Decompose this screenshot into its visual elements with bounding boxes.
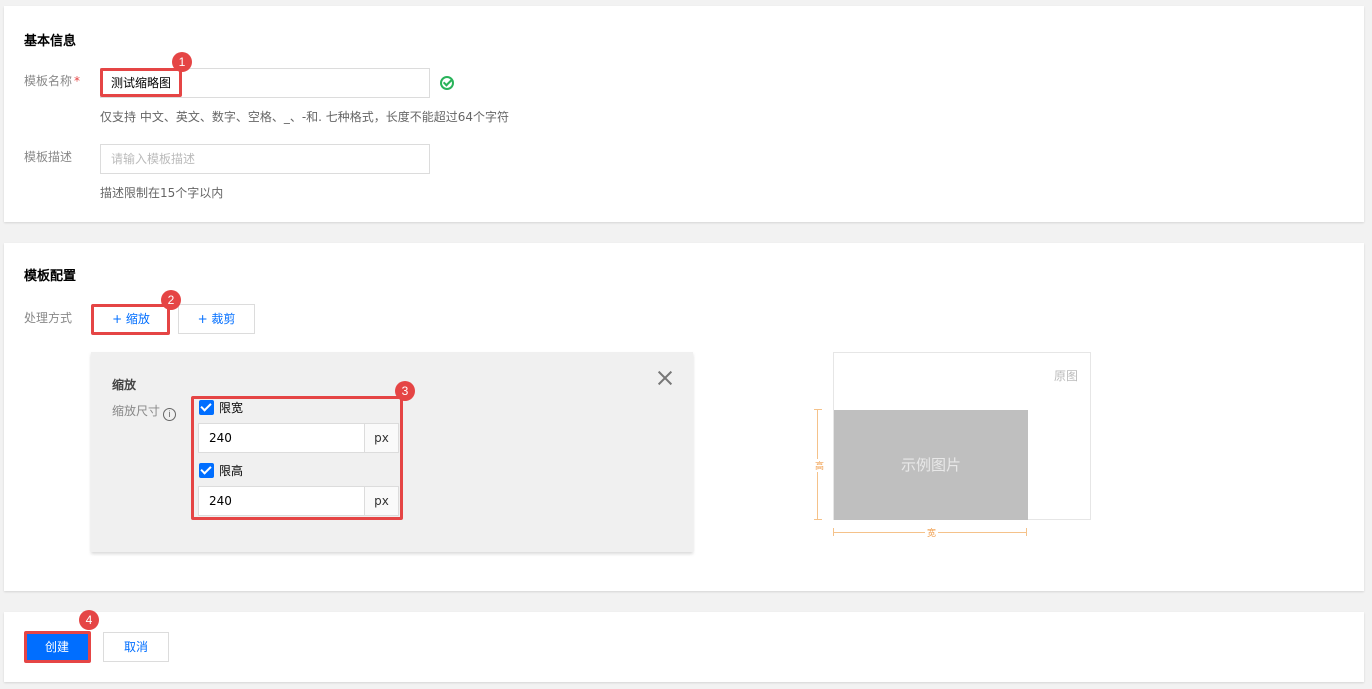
template-name-label: 模板名称 * [24, 72, 80, 89]
step-marker-1: 1 [172, 52, 192, 72]
template-desc-hint: 描述限制在15个字以内 [100, 186, 224, 200]
valid-check-icon [440, 76, 454, 90]
template-config-card: 模板配置 处理方式 + 缩放 + 裁剪 2 缩放 缩放尺寸 i 限宽 240 px… [4, 243, 1364, 591]
create-button[interactable]: 创建 [25, 632, 89, 662]
checkbox-checked-icon[interactable] [199, 400, 214, 415]
height-unit: px [364, 487, 398, 515]
step-marker-4: 4 [79, 610, 99, 630]
scale-config-panel: 缩放 缩放尺寸 i 限宽 240 px 限高 240 px 3 [91, 352, 693, 552]
process-method-label: 处理方式 [24, 311, 73, 325]
width-unit: px [364, 424, 398, 452]
template-desc-label: 模板描述 [24, 150, 73, 164]
width-dimension-label: 宽 [925, 526, 939, 539]
template-name-label-text: 模板名称 [24, 74, 73, 88]
step-marker-2: 2 [161, 290, 181, 310]
basic-info-title: 基本信息 [24, 34, 77, 49]
limit-height-label: 限高 [219, 464, 244, 478]
scale-panel-title: 缩放 [112, 378, 137, 392]
limit-width-checkbox[interactable]: 限宽 [199, 400, 243, 416]
limit-width-label: 限宽 [219, 401, 244, 415]
preview-example-image: 示例图片 [834, 410, 1028, 520]
height-input[interactable]: 240 [209, 487, 232, 515]
crop-button[interactable]: + 裁剪 [178, 304, 255, 334]
preview-original-label: 原图 [1053, 369, 1078, 383]
step-marker-3: 3 [395, 381, 415, 401]
limit-height-checkbox[interactable]: 限高 [199, 463, 243, 479]
required-mark: * [74, 74, 81, 88]
checkbox-checked-icon[interactable] [199, 463, 214, 478]
close-icon[interactable] [657, 370, 673, 386]
scale-preview: 原图 示例图片 [833, 352, 1091, 520]
template-config-title: 模板配置 [24, 269, 77, 284]
width-input[interactable]: 240 [209, 424, 232, 452]
height-input-group: 240 px [198, 486, 399, 516]
template-name-hint: 仅支持 中文、英文、数字、空格、_、-和. 七种格式，长度不能超过64个字符 [100, 110, 510, 124]
template-name-input[interactable]: 测试缩略图 [100, 68, 430, 98]
scale-size-label: 缩放尺寸 i [112, 402, 177, 421]
basic-info-card: 基本信息 模板名称 * 测试缩略图 仅支持 中文、英文、数字、空格、_、-和. 七… [4, 6, 1364, 222]
cancel-button[interactable]: 取消 [103, 632, 169, 662]
scale-size-label-text: 缩放尺寸 [112, 404, 161, 418]
info-icon[interactable]: i [163, 408, 177, 421]
width-input-group: 240 px [198, 423, 399, 453]
actions-card: 创建 取消 4 [4, 610, 1364, 682]
template-desc-input[interactable]: 请输入模板描述 [100, 144, 430, 174]
scale-button[interactable]: + 缩放 [92, 304, 170, 334]
height-dimension-label: 高 [815, 459, 825, 472]
